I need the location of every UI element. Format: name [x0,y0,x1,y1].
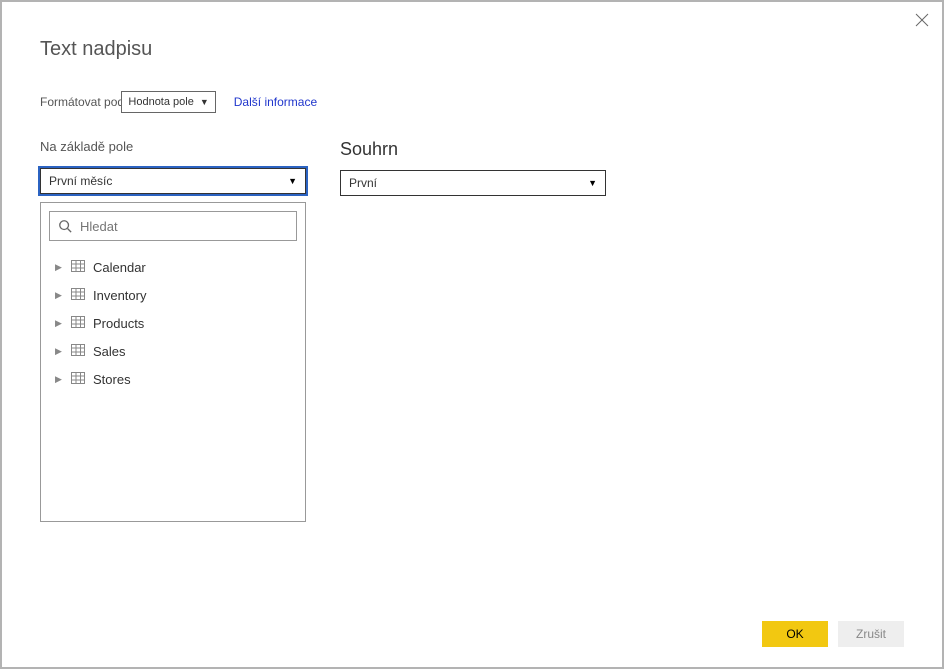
format-by-select[interactable]: Hodnota pole ▼ [121,91,215,113]
table-icon [71,260,85,275]
format-by-label: Formátovat podle [40,95,133,109]
based-on-field-value: První měsíc [49,174,112,188]
tree-item-label: Products [93,316,144,331]
chevron-down-icon: ▼ [200,97,209,107]
more-info-link[interactable]: Další informace [234,95,317,109]
tree-item-stores[interactable]: ▶ Stores [55,365,297,393]
dialog-footer: OK Zrušit [762,621,904,647]
based-on-field-dropdown[interactable]: První měsíc ▼ [40,168,306,194]
format-by-row: Formátovat podle Hodnota pole ▼ Další in… [40,91,904,113]
chevron-right-icon: ▶ [55,318,63,329]
table-icon [71,344,85,359]
tree-item-products[interactable]: ▶ Products [55,309,297,337]
tree-item-label: Stores [93,372,131,387]
tree-item-label: Calendar [93,260,146,275]
summary-dropdown[interactable]: První ▼ [340,170,606,196]
chevron-right-icon: ▶ [55,262,63,273]
tree-item-inventory[interactable]: ▶ Inventory [55,281,297,309]
chevron-down-icon: ▼ [288,176,297,186]
tree-item-label: Inventory [93,288,146,303]
field-picker-popup: ▶ Calendar ▶ Inventory [40,202,306,522]
tree-item-calendar[interactable]: ▶ Calendar [55,253,297,281]
format-by-value: Hodnota pole [128,96,193,108]
ok-button[interactable]: OK [762,621,828,647]
cancel-button[interactable]: Zrušit [838,621,904,647]
table-icon [71,316,85,331]
close-button[interactable] [914,12,930,28]
dialog-title: Text nadpisu [40,38,904,61]
search-input[interactable] [80,219,288,234]
tree-item-label: Sales [93,344,126,359]
search-icon [58,219,72,233]
dialog: Text nadpisu Formátovat podle Hodnota po… [0,0,944,669]
search-box[interactable] [49,211,297,241]
summary-value: První [349,176,377,190]
tree-item-sales[interactable]: ▶ Sales [55,337,297,365]
chevron-right-icon: ▶ [55,374,63,385]
chevron-right-icon: ▶ [55,346,63,357]
close-icon [914,12,930,28]
based-on-field-label: Na základě pole [40,139,306,154]
chevron-right-icon: ▶ [55,290,63,301]
field-tree: ▶ Calendar ▶ Inventory [49,249,297,513]
summary-label: Souhrn [340,139,606,160]
table-icon [71,372,85,387]
chevron-down-icon: ▼ [588,178,597,188]
table-icon [71,288,85,303]
